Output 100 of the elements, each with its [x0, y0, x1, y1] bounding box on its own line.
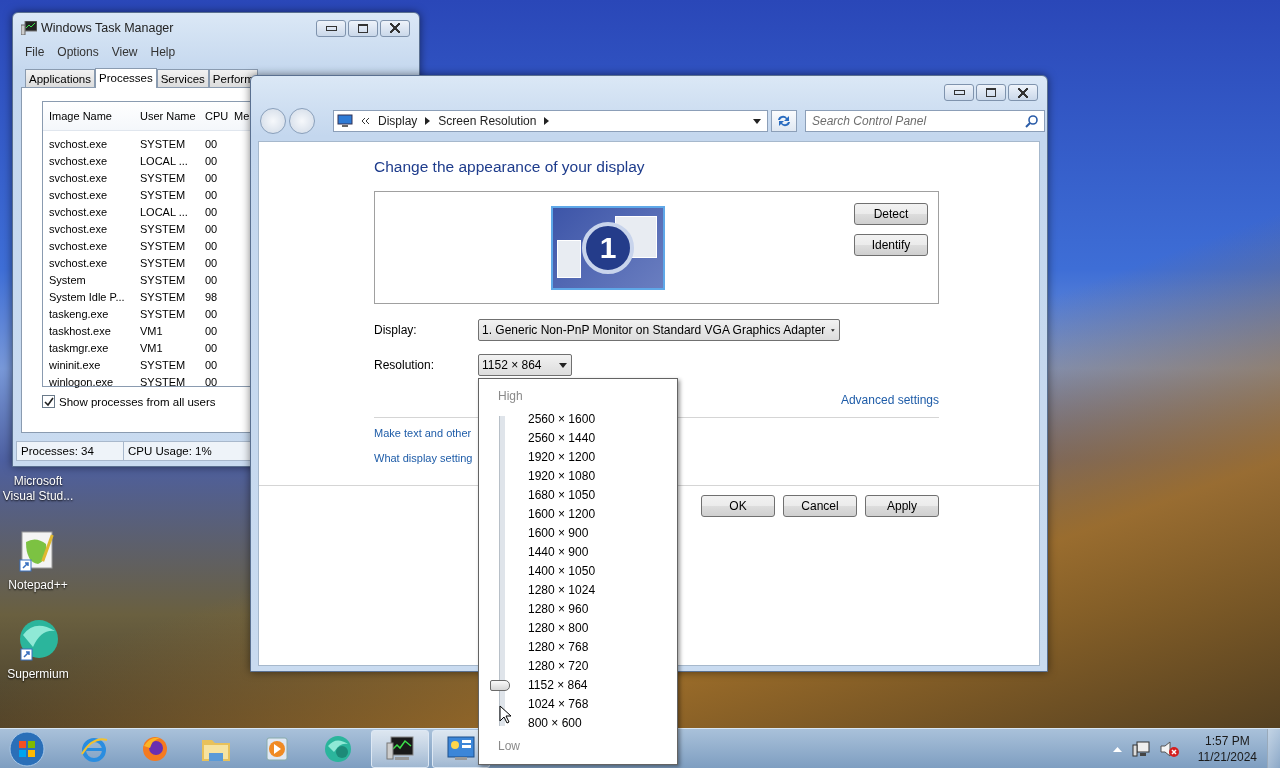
- refresh-button[interactable]: [771, 110, 797, 132]
- monitor-icon: [337, 114, 353, 128]
- maximize-button[interactable]: [348, 19, 378, 37]
- slider-low-label: Low: [498, 739, 520, 755]
- window-title: Windows Task Manager: [41, 21, 174, 35]
- advanced-settings-link[interactable]: Advanced settings: [840, 393, 939, 410]
- resolution-option[interactable]: 1152 × 864: [528, 676, 596, 695]
- table-cell-text: LOCAL ...: [139, 154, 189, 167]
- desktop-icon-label[interactable]: Supermium: [2, 667, 74, 682]
- caret-down-icon[interactable]: [559, 362, 567, 368]
- close-button[interactable]: [380, 19, 410, 37]
- status-text: Processes: 34: [16, 441, 123, 461]
- table-cell-text: svchost.exe: [48, 239, 109, 252]
- table-cell-text: VM1: [139, 341, 164, 354]
- table-cell-text: winlogon.exe: [48, 375, 115, 388]
- breadcrumb-item[interactable]: Screen Resolution: [438, 114, 537, 128]
- dialog-button[interactable]: OK: [701, 495, 775, 517]
- minimize-button[interactable]: [944, 84, 974, 101]
- table-cell-text: wininit.exe: [48, 358, 102, 371]
- resolution-option[interactable]: 1280 × 720: [528, 657, 596, 676]
- minimize-button[interactable]: [316, 19, 346, 37]
- menu-item[interactable]: View: [111, 45, 138, 59]
- clock-date[interactable]: 11/21/2024: [1197, 749, 1257, 765]
- caret-right-icon[interactable]: [544, 117, 550, 125]
- resolution-option[interactable]: 1600 × 1200: [528, 505, 596, 524]
- tab[interactable]: Services: [156, 69, 209, 87]
- address-bar[interactable]: Display Screen Resolution: [333, 110, 768, 132]
- table-cell-text: 00: [204, 324, 219, 337]
- resolution-option[interactable]: 1024 × 768: [528, 695, 596, 714]
- double-chevron-icon: [361, 117, 370, 125]
- table-cell-text: svchost.exe: [48, 205, 109, 218]
- monitor-drawing[interactable]: 1: [551, 206, 665, 290]
- table-cell-text: System: [48, 273, 87, 286]
- resolution-option[interactable]: 1280 × 800: [528, 619, 596, 638]
- table-cell-text: 00: [204, 375, 219, 388]
- start-orb-icon[interactable]: [9, 731, 45, 767]
- table-cell-text: 00: [204, 273, 219, 286]
- mouse-cursor-icon: [499, 705, 511, 724]
- display-dropdown[interactable]: 1. Generic Non-PnP Monitor on Standard VGA Graphics Adapter: [478, 319, 840, 341]
- resolution-option[interactable]: 2560 × 1600: [528, 410, 596, 429]
- table-cell-text: VM1: [139, 324, 164, 337]
- table-cell-text: SYSTEM: [139, 273, 187, 286]
- resolution-option[interactable]: 1680 × 1050: [528, 486, 596, 505]
- slider-thumb[interactable]: [490, 680, 510, 691]
- breadcrumb-item[interactable]: Display: [378, 114, 418, 128]
- resolution-option[interactable]: 1280 × 768: [528, 638, 596, 657]
- table-cell-text: 00: [204, 137, 219, 150]
- dialog-button[interactable]: Cancel: [783, 495, 857, 517]
- speaker-icon[interactable]: [1159, 740, 1180, 758]
- search-icon[interactable]: [1025, 115, 1038, 128]
- resolution-option[interactable]: 1440 × 900: [528, 543, 596, 562]
- caret-right-icon[interactable]: [425, 117, 431, 125]
- column-header[interactable]: Me: [231, 110, 250, 122]
- tab[interactable]: Applications: [25, 69, 95, 87]
- caret-down-icon[interactable]: [831, 327, 835, 333]
- search-field[interactable]: Search Control Panel: [805, 110, 1045, 132]
- table-cell-text: SYSTEM: [139, 256, 187, 269]
- help-link[interactable]: Make text and other: [374, 427, 472, 439]
- table-cell-text: 00: [204, 171, 219, 184]
- maximize-button[interactable]: [976, 84, 1006, 101]
- table-cell-text: 00: [204, 341, 219, 354]
- resolution-option[interactable]: 1920 × 1200: [528, 448, 596, 467]
- control-panel-icon[interactable]: [445, 735, 477, 763]
- close-button[interactable]: [1008, 84, 1038, 101]
- network-icon[interactable]: [1131, 741, 1150, 757]
- desktop-icon-label[interactable]: Microsoft Visual Stud...: [2, 474, 74, 504]
- table-cell-text: 00: [204, 358, 219, 371]
- resolution-option[interactable]: 1400 × 1050: [528, 562, 596, 581]
- monitor-chart-icon[interactable]: [385, 735, 415, 763]
- resolution-option[interactable]: 2560 × 1440: [528, 429, 596, 448]
- resolution-option[interactable]: 1280 × 960: [528, 600, 596, 619]
- help-link[interactable]: What display setting: [374, 452, 473, 464]
- column-header[interactable]: Image Name: [43, 110, 134, 122]
- action-button[interactable]: Identify: [854, 234, 928, 256]
- menu-item[interactable]: Options: [57, 45, 99, 59]
- tab[interactable]: Processes: [95, 68, 157, 88]
- checkbox-label[interactable]: Show processes from all users: [59, 395, 216, 408]
- resolution-option[interactable]: 1280 × 1024: [528, 581, 596, 600]
- column-header[interactable]: User Name: [134, 110, 199, 122]
- table-cell-text: taskmgr.exe: [48, 341, 110, 354]
- resolution-option[interactable]: 800 × 600: [528, 714, 596, 733]
- desktop-icon-label[interactable]: Notepad++: [2, 578, 74, 593]
- table-cell-text: 98: [204, 290, 219, 303]
- checkbox[interactable]: [42, 395, 55, 408]
- column-header[interactable]: CPU: [199, 110, 231, 122]
- taskbar-button[interactable]: [371, 730, 429, 768]
- action-button[interactable]: Detect: [854, 203, 928, 225]
- refresh-icon[interactable]: [776, 114, 792, 128]
- table-cell-text: 00: [204, 222, 219, 235]
- resolution-dropdown[interactable]: 1152 × 864: [478, 354, 572, 376]
- caret-down-icon[interactable]: [753, 118, 761, 124]
- menu-item[interactable]: Help: [150, 45, 176, 59]
- table-cell-text: svchost.exe: [48, 256, 109, 269]
- dialog-button[interactable]: Apply: [865, 495, 939, 517]
- clock-time[interactable]: 1:57 PM: [1205, 733, 1250, 749]
- field-label: Display:: [374, 323, 418, 337]
- table-cell-text: 00: [204, 154, 219, 167]
- resolution-option[interactable]: 1600 × 900: [528, 524, 596, 543]
- menu-item[interactable]: File: [25, 45, 45, 59]
- resolution-option[interactable]: 1920 × 1080: [528, 467, 596, 486]
